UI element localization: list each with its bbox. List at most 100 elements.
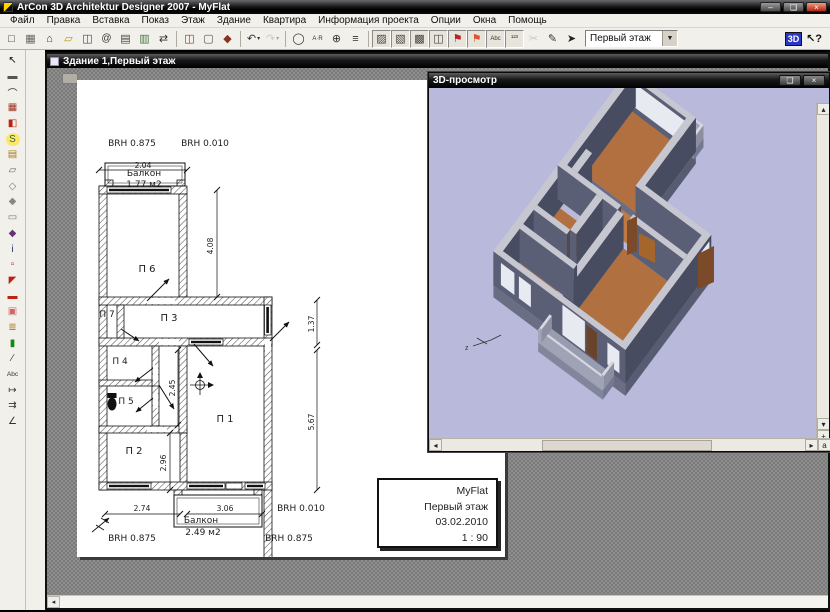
view3d-viewport[interactable]: z ▴ ▾ + − [429, 88, 829, 439]
chevron-down-icon[interactable]: ▾ [257, 35, 260, 42]
pointer-mode-button[interactable]: ➤ [562, 30, 581, 48]
beam-tool[interactable]: ▭ [3, 210, 23, 226]
plan-window-button[interactable]: ◫ [180, 30, 199, 48]
roof-3d-tool[interactable]: ◆ [3, 194, 23, 210]
vertex-arrows-tool[interactable]: ⇉ [3, 398, 23, 414]
view-flag-button[interactable]: ⚑ [448, 30, 467, 48]
floor-select[interactable]: Первый этаж ▼ [585, 30, 678, 47]
scroll-left-icon[interactable]: ◂ [429, 439, 442, 451]
corner-tool[interactable]: ◤ [3, 273, 23, 289]
context-help-button[interactable]: ↖? [806, 32, 822, 45]
undo-button[interactable]: ↶▾ [244, 30, 263, 48]
app-close-button[interactable]: × [806, 2, 827, 12]
zoom-ar-button[interactable]: A·R [308, 30, 327, 48]
plan-horizontal-scrollbar[interactable]: ◂ [47, 595, 828, 608]
menu-item[interactable]: Информация проекта [312, 15, 425, 26]
left-toolbar: ↖▬⌒▦◧S▤▱◇◆▭◆i▫◤▬▣≣▮∕Abc↦⇉∠ [0, 50, 26, 610]
menu-item[interactable]: Окна [467, 15, 502, 26]
menu-item[interactable]: Помощь [502, 15, 553, 26]
image-export-icon: ▥ [139, 32, 149, 45]
roof-window-button[interactable]: ◆ [218, 30, 237, 48]
email-button[interactable]: @ [97, 30, 116, 48]
measure-pen-button[interactable]: ✎ [543, 30, 562, 48]
window-tool[interactable]: ▦ [3, 100, 23, 116]
dimension-tool[interactable]: ↦ [3, 382, 23, 398]
menu-item[interactable]: Здание [211, 15, 257, 26]
chevron-down-icon[interactable]: ▼ [662, 31, 677, 46]
view-hatch-button[interactable]: ▧ [391, 30, 410, 48]
angle-measure-tool[interactable]: ∠ [3, 414, 23, 430]
building-mode-button[interactable]: ⌂ [40, 30, 59, 48]
view-text-button[interactable]: Abc [486, 30, 505, 48]
view-flag2-button[interactable]: ⚑ [467, 30, 486, 48]
scroll-right-icon[interactable]: ▸ [805, 439, 818, 451]
column-tool[interactable]: ▮ [3, 335, 23, 351]
label-brh-bottom-left: BRH 0.875 [108, 534, 156, 544]
view3d-fit-button[interactable]: a [818, 439, 830, 451]
purple-roof-tool[interactable]: ◆ [3, 225, 23, 241]
view-3d-button[interactable]: 3D [785, 32, 802, 46]
save-button[interactable]: ◫ [78, 30, 97, 48]
room-label-p3: П 3 [160, 313, 177, 324]
door-tool[interactable]: ◧ [3, 116, 23, 132]
zoom-button[interactable]: ◯ [289, 30, 308, 48]
view3d-titlebar[interactable]: 3D-просмотр ❑ × [429, 73, 829, 88]
roof-tool[interactable]: ◇ [3, 178, 23, 194]
line-weight-button[interactable]: ≡ [346, 30, 365, 48]
menu-item[interactable]: Правка [41, 15, 87, 26]
model3d-canvas[interactable]: z [429, 88, 816, 439]
view3d-horizontal-scrollbar[interactable]: ◂ ▸ a [429, 438, 830, 451]
plan-window-titlebar[interactable]: Здание 1,Первый этаж [47, 54, 828, 68]
view3d-maximize-button[interactable]: ❑ [779, 75, 801, 86]
room-polygon-tool[interactable]: ▱ [3, 163, 23, 179]
menu-item[interactable]: Файл [4, 15, 41, 26]
menu-item[interactable]: Квартира [257, 15, 312, 26]
main-toolbar: □▦⌂▱◫@▤▥⇄◫▢◆↶▾↷▾◯A·R⊕≡▨▧▩◫⚑⚑Abc¹²³✂✎➤ Пе… [0, 28, 830, 50]
view-dim-button[interactable]: ¹²³ [505, 30, 524, 48]
view-wall-button[interactable]: ▨ [372, 30, 391, 48]
cut-button[interactable]: ✂ [524, 30, 543, 48]
open-button[interactable]: ▱ [59, 30, 78, 48]
select-tool[interactable]: ↖ [3, 53, 23, 69]
new-icon: □ [8, 33, 15, 45]
scroll-left-icon[interactable]: ◂ [47, 596, 60, 608]
scroll-down-icon[interactable]: ▾ [817, 418, 829, 430]
redo-button[interactable]: ↷▾ [263, 30, 282, 48]
view-layout-button[interactable]: ◫ [429, 30, 448, 48]
chevron-down-icon[interactable]: ▾ [276, 35, 279, 42]
project-options-button[interactable]: ▦ [21, 30, 40, 48]
s-object-tool[interactable]: S [6, 133, 20, 146]
frame-tool[interactable]: ▣ [3, 304, 23, 320]
text-tool[interactable]: Abc [3, 367, 23, 383]
stairs-tool[interactable]: ≣ [3, 320, 23, 336]
window-transfer-button[interactable]: ⇄ [154, 30, 173, 48]
menu-item[interactable]: Вставка [86, 15, 135, 26]
dim-408: 4.08 [206, 237, 215, 254]
print-button[interactable]: ▤ [116, 30, 135, 48]
info-tool[interactable]: i [3, 241, 23, 257]
app-maximize-button[interactable]: ❑ [783, 2, 804, 12]
curved-wall-tool[interactable]: ⌒ [3, 84, 23, 100]
origin-button[interactable]: ⊕ [327, 30, 346, 48]
view-fill-button[interactable]: ▩ [410, 30, 429, 48]
scrollbar-thumb[interactable] [542, 440, 712, 451]
shutter-tool[interactable]: ▤ [3, 147, 23, 163]
image-export-button[interactable]: ▥ [135, 30, 154, 48]
app-minimize-button[interactable]: – [760, 2, 781, 12]
wall-bottom [625, 345, 629, 384]
app-titlebar[interactable]: ArCon 3D Architektur Designer 2007 - MyF… [0, 0, 830, 14]
view3d-vertical-scrollbar[interactable]: ▴ ▾ + − [816, 103, 829, 439]
box-tool[interactable]: ▫ [3, 257, 23, 273]
menu-item[interactable]: Этаж [175, 15, 211, 26]
scroll-up-icon[interactable]: ▴ [817, 103, 829, 115]
view3d-close-button[interactable]: × [803, 75, 825, 86]
new-button[interactable]: □ [2, 30, 21, 48]
menu-item[interactable]: Опции [425, 15, 467, 26]
wall-tool[interactable]: ▬ [3, 69, 23, 85]
outline-button[interactable]: ▢ [199, 30, 218, 48]
balcony-bottom-rail-right [602, 374, 604, 389]
menu-item[interactable]: Показ [136, 15, 175, 26]
line-tool[interactable]: ∕ [3, 351, 23, 367]
banner-tool[interactable]: ▬ [3, 288, 23, 304]
dim-274: 2.74 [134, 504, 151, 513]
